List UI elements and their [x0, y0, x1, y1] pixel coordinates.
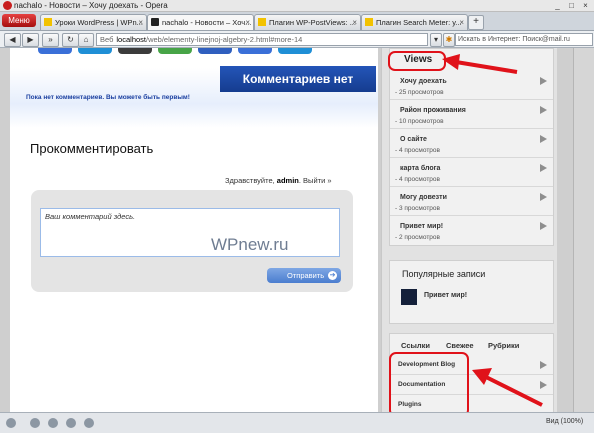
close-tab-icon[interactable]: × [352, 15, 357, 30]
search-input[interactable]: Искать в Интернет: Поиск@mail.ru [455, 33, 593, 46]
home-icon[interactable]: ⌂ [78, 33, 94, 47]
reload-icon[interactable]: ↻ [62, 33, 79, 47]
minimize-icon[interactable]: _ [552, 1, 563, 10]
address-bar: ◀ ▶ » ↻ ⌂ Веб localhost/web/elementy-line… [0, 31, 594, 48]
favicon-icon [44, 18, 52, 26]
maximize-icon[interactable]: □ [566, 1, 577, 10]
settings-icon[interactable] [84, 418, 94, 428]
annotation-arrows [442, 54, 543, 407]
window-title: nachalo - Новости – Хочу доехать - Opera [14, 1, 168, 10]
home-favicon-icon [151, 18, 159, 26]
turbo-icon[interactable] [48, 418, 58, 428]
tab-postviews[interactable]: Плагин WP-PostViews: ... × [254, 14, 361, 30]
forward-icon[interactable]: ▶ [22, 33, 39, 47]
new-tab-button[interactable]: + [468, 15, 484, 30]
zoom-level[interactable]: Вид (100%) [546, 418, 583, 425]
url-dropdown-icon[interactable]: ▾ [430, 33, 442, 47]
tab-bar: Меню Уроки WordPress | WPn... × nachalo -… [0, 12, 594, 31]
sync-icon[interactable] [30, 418, 40, 428]
favicon-icon [258, 18, 266, 26]
close-window-icon[interactable]: × [580, 1, 591, 10]
fast-forward-icon[interactable]: » [42, 33, 59, 47]
annotation-arrow [455, 60, 518, 74]
close-tab-icon[interactable]: × [138, 15, 143, 30]
page-viewport: Комментариев нет Пока нет комментариев. … [0, 48, 594, 412]
favicon-icon [365, 18, 373, 26]
tab-nachalo[interactable]: nachalo - Новости – Хоч... × [147, 14, 254, 30]
window-title-bar: nachalo - Новости – Хочу доехать - Opera… [0, 0, 594, 12]
opera-icon [3, 1, 12, 10]
close-tab-icon[interactable]: × [459, 15, 464, 30]
annotation-arrow [485, 375, 543, 407]
annotation-arrowhead [442, 54, 460, 70]
tab-search-meter[interactable]: Плагин Search Meter: у... × [361, 14, 468, 30]
tab-wp-lessons[interactable]: Уроки WordPress | WPn... × [40, 14, 147, 30]
close-tab-icon[interactable]: × [245, 15, 250, 30]
back-icon[interactable]: ◀ [4, 33, 21, 47]
opera-menu-button[interactable]: Меню [2, 14, 36, 27]
url-field[interactable]: Веб localhost/web/elementy-linejnoj-algeb… [96, 33, 428, 46]
panel-toggle-icon[interactable] [6, 418, 16, 428]
search-engine-icon[interactable]: ✱ [443, 33, 455, 47]
status-bar: Вид (100%) [0, 412, 594, 433]
unite-icon[interactable] [66, 418, 76, 428]
